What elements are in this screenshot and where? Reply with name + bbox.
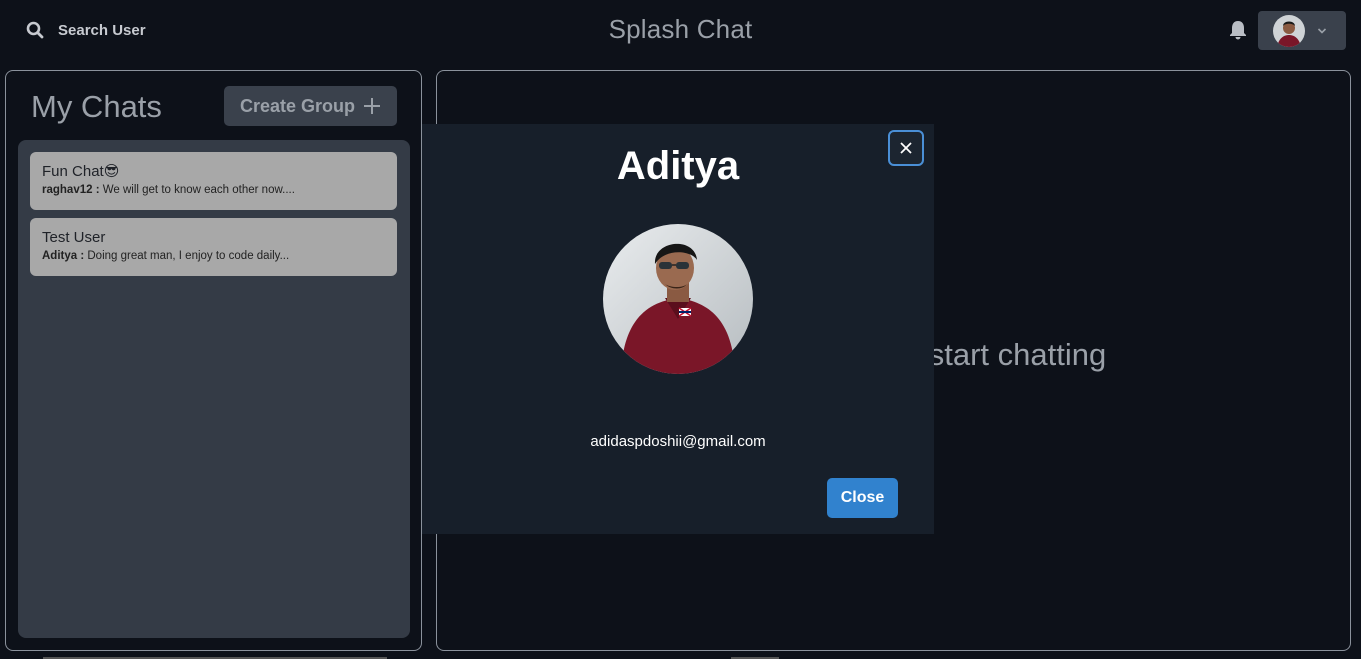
modal-overlay: Aditya adidaspdoshii@gmail.com Close [0,0,1361,659]
profile-email: adidaspdoshii@gmail.com [590,433,766,450]
close-button[interactable]: Close [827,478,898,518]
modal-title: Aditya [616,144,740,188]
profile-picture [603,224,753,374]
profile-modal: Aditya adidaspdoshii@gmail.com Close [422,124,934,534]
